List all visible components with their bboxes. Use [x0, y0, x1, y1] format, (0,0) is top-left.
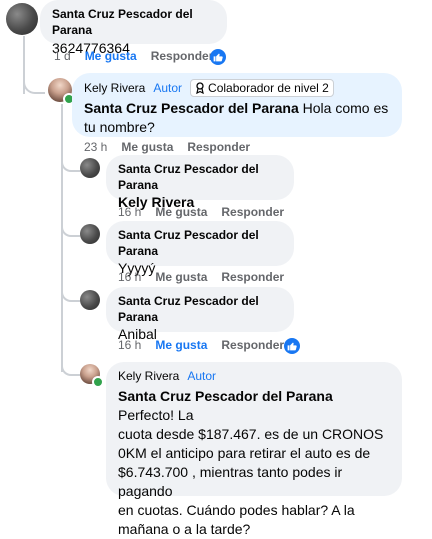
comment-text-line: en cuotas. Cuándo podes hablar? A la — [118, 502, 355, 518]
avatar[interactable] — [80, 158, 100, 178]
thread-branch — [61, 215, 80, 237]
avatar[interactable] — [80, 290, 100, 310]
thread-line-replies — [61, 104, 63, 372]
mention-link[interactable]: Santa Cruz Pescador del Parana — [84, 100, 299, 116]
comment-time[interactable]: 16 h — [118, 205, 141, 219]
comment-time[interactable]: 16 h — [118, 270, 141, 284]
contributor-badge[interactable]: Colaborador de nivel 2 — [190, 79, 334, 97]
comment-actions: 16 h Me gusta Responder — [118, 270, 284, 284]
mention-link[interactable]: Santa Cruz Pescador del Parana — [118, 388, 333, 404]
thumbs-up-icon[interactable] — [210, 49, 226, 65]
comment-text-line: $6.743.700 , mientras tanto podes ir pag… — [118, 464, 343, 499]
comment-actions: 16 h Me gusta Responder — [118, 205, 284, 219]
reply-button[interactable]: Responder — [187, 140, 250, 154]
comment-header: Kely Rivera Autor — [118, 368, 390, 384]
thread-branch — [61, 352, 80, 376]
comment-bubble: Santa Cruz Pescador del Parana Yyyyý — [106, 221, 294, 276]
comment-bubble: Santa Cruz Pescador del Parana Kely Rive… — [106, 155, 294, 210]
like-button[interactable]: Me gusta — [155, 270, 207, 284]
comment-text: Santa Cruz Pescador del Parana Hola como… — [84, 99, 390, 137]
comment-text: Santa Cruz Pescador del Parana Perfecto!… — [118, 387, 390, 539]
comment-author[interactable]: Santa Cruz Pescador del Parana — [52, 6, 215, 38]
like-button[interactable]: Me gusta — [85, 49, 137, 63]
comment-author[interactable]: Kely Rivera — [84, 80, 145, 96]
comment-bubble: Kely Rivera Autor Colaborador de nivel 2… — [72, 73, 402, 137]
like-button[interactable]: Me gusta — [155, 205, 207, 219]
contributor-badge-icon — [196, 82, 204, 94]
like-button[interactable]: Me gusta — [121, 140, 173, 154]
thumbs-up-icon[interactable] — [284, 338, 300, 354]
comment-author[interactable]: Santa Cruz Pescador del Parana — [118, 293, 282, 325]
comment-actions: 23 h Me gusta Responder — [84, 140, 250, 154]
comment-text-line: Perfecto! La — [118, 407, 194, 423]
reply-button[interactable]: Responder — [221, 205, 284, 219]
comment-bubble: Kely Rivera Autor Santa Cruz Pescador de… — [106, 362, 402, 537]
author-tag: Autor — [187, 369, 217, 383]
avatar[interactable] — [6, 3, 38, 35]
badge-label: Colaborador de nivel 2 — [208, 81, 329, 95]
comment-bubble: Santa Cruz Pescador del Parana 362477636… — [40, 0, 227, 56]
thread-line-curve — [23, 68, 45, 94]
thread-branch — [61, 150, 80, 172]
comment-bubble: Santa Cruz Pescador del Parana Anibal — [106, 287, 294, 342]
comment-time[interactable]: 16 h — [118, 338, 141, 352]
comment-text-line: cuota desde $187.467. es de un CRONOS — [118, 426, 384, 442]
comment-time[interactable]: 23 h — [84, 140, 107, 154]
like-button[interactable]: Me gusta — [155, 338, 207, 352]
comment-author[interactable]: Kely Rivera — [118, 368, 179, 384]
comment-actions: 16 h Me gusta Responder — [118, 338, 284, 352]
reply-button[interactable]: Responder — [221, 338, 284, 352]
comment-text-line: mañana o a la tarde? — [118, 521, 251, 537]
avatar[interactable] — [80, 224, 100, 244]
comment-text-line: 0KM el anticipo para retirar el auto es … — [118, 445, 371, 461]
comment-actions: 1 d Me gusta Responder — [54, 49, 213, 63]
comment-time[interactable]: 1 d — [54, 49, 71, 63]
online-status-indicator — [92, 376, 104, 388]
comment-author[interactable]: Santa Cruz Pescador del Parana — [118, 161, 282, 193]
reply-button[interactable]: Responder — [151, 49, 214, 63]
comment-author[interactable]: Santa Cruz Pescador del Parana — [118, 227, 282, 259]
thread-branch — [61, 280, 80, 302]
comment-header: Kely Rivera Autor Colaborador de nivel 2 — [84, 79, 390, 97]
author-tag: Autor — [153, 81, 183, 95]
reply-button[interactable]: Responder — [221, 270, 284, 284]
